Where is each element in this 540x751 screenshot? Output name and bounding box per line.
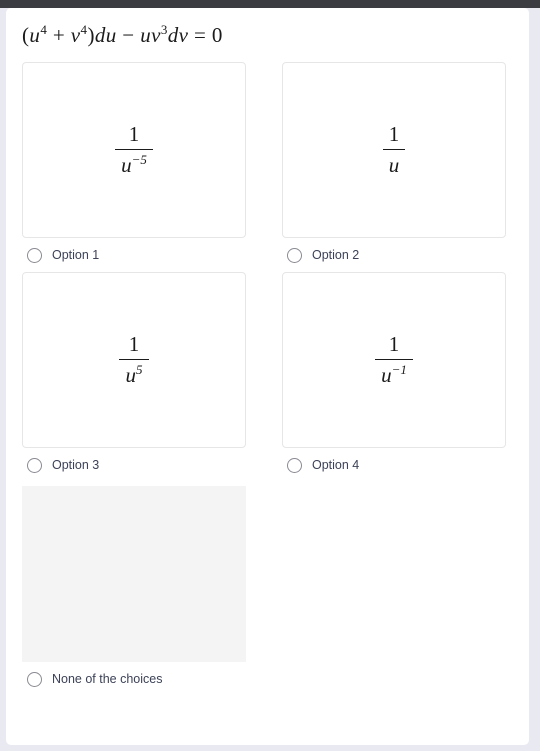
radio-button-option-3[interactable] [27,457,42,473]
choice-image-card-4[interactable]: 1 u−1 [282,272,506,448]
choice-option-2: 1 u Option 2 [282,62,506,272]
radio-label-option-3[interactable]: Option 3 [52,458,99,472]
equation-close-paren: ) [87,22,95,47]
choice-radio-row-4[interactable]: Option 4 [282,448,506,482]
radio-button-option-none[interactable] [27,671,42,687]
choices-row-3: None of the choices [22,486,522,696]
radio-label-option-4[interactable]: Option 4 [312,458,359,472]
fraction-expression-2: 1 u [382,122,406,178]
fraction-bar-3 [119,358,149,361]
fraction-numerator-1: 1 [128,122,140,147]
equation-uv: uv [140,22,161,47]
fraction-denominator-base-3: u [125,363,136,388]
fraction-denominator-exponent-1: −5 [131,152,147,168]
choice-image-card-1[interactable]: 1 u−5 [22,62,246,238]
fraction-numerator-3: 1 [128,332,140,357]
radio-label-option-1[interactable]: Option 1 [52,248,99,262]
radio-label-option-2[interactable]: Option 2 [312,248,359,262]
choices-row-2: 1 u5 Option 3 1 u−1 Option 4 [22,272,522,482]
choice-option-none: None of the choices [22,486,246,696]
choice-image-card-3[interactable]: 1 u5 [22,272,246,448]
fraction-denominator-exponent-3: 5 [135,362,143,378]
choice-radio-row-3[interactable]: Option 3 [22,448,246,482]
fraction-denominator-1: u−5 [115,152,153,178]
fraction-denominator-base-2: u [388,153,400,178]
choice-image-card-none[interactable] [22,486,246,662]
equation-u: u [29,22,41,47]
equation-du: du [94,22,117,47]
fraction-denominator-base-4: u [381,363,392,388]
question-panel: (u4 + v4)du − uv3dv = 0 1 u−5 Option 1 1… [6,8,529,745]
fraction-expression-1: 1 u−5 [115,122,153,178]
fraction-bar-2 [382,148,406,151]
choice-radio-row-1[interactable]: Option 1 [22,238,246,272]
equation-v: v [70,22,81,47]
equation-plus: + [47,22,71,47]
question-equation: (u4 + v4)du − uv3dv = 0 [22,14,223,56]
choices-grid: 1 u−5 Option 1 1 u Option 2 1 u5 Option … [22,62,522,696]
screen: (u4 + v4)du − uv3dv = 0 1 u−5 Option 1 1… [0,0,540,751]
choice-image-card-2[interactable]: 1 u [282,62,506,238]
equation-dv: dv [167,22,189,47]
fraction-expression-3: 1 u5 [119,332,149,388]
fraction-numerator-4: 1 [388,332,400,357]
equation-equals: = [188,22,212,47]
fraction-denominator-4: u−1 [375,362,413,388]
choices-row-1: 1 u−5 Option 1 1 u Option 2 [22,62,522,272]
fraction-denominator-2: u [383,152,406,178]
browser-top-bar [0,0,540,8]
fraction-bar-4 [375,358,413,361]
choice-option-3: 1 u5 Option 3 [22,272,246,482]
equation-zero: 0 [211,22,223,47]
choice-option-1: 1 u−5 Option 1 [22,62,246,272]
fraction-bar-1 [115,148,153,151]
fraction-expression-4: 1 u−1 [375,332,413,388]
choice-radio-row-2[interactable]: Option 2 [282,238,506,272]
radio-button-option-2[interactable] [287,247,302,263]
equation-minus: − [116,22,141,47]
fraction-denominator-3: u5 [119,362,148,388]
fraction-denominator-exponent-4: −1 [391,362,407,378]
radio-label-option-none[interactable]: None of the choices [52,672,163,686]
radio-button-option-4[interactable] [287,457,302,473]
equation-text: (u4 + v4)du − uv3dv = 0 [22,21,223,48]
choice-radio-row-none[interactable]: None of the choices [22,662,246,696]
fraction-numerator-2: 1 [388,122,400,147]
fraction-denominator-base-1: u [121,153,132,178]
equation-v3-exponent: 3 [160,21,168,37]
radio-button-option-1[interactable] [27,247,42,263]
choice-option-4: 1 u−1 Option 4 [282,272,506,482]
